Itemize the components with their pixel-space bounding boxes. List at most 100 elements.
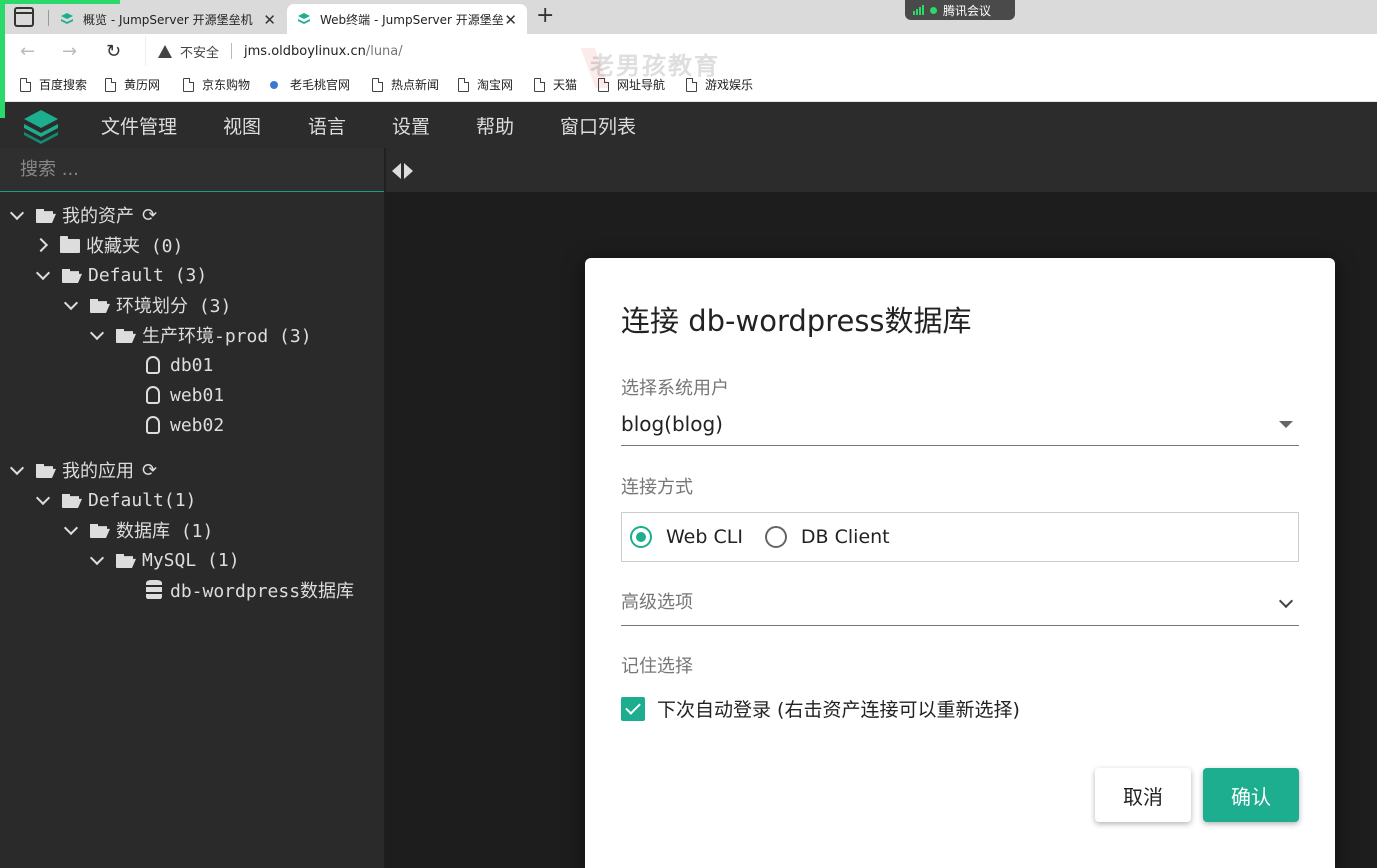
- page-icon: [372, 77, 383, 92]
- radio-label: Web CLI: [666, 526, 743, 548]
- back-button[interactable]: ←: [20, 41, 35, 62]
- menu-help[interactable]: 帮助: [476, 112, 514, 139]
- folder-open-icon: [36, 464, 56, 478]
- folder-open-icon: [62, 494, 82, 508]
- confirm-button[interactable]: 确认: [1203, 768, 1299, 822]
- radio-label: DB Client: [800, 526, 890, 548]
- search-box: [0, 148, 384, 192]
- reload-button[interactable]: ↻: [106, 41, 121, 62]
- menu-window-list[interactable]: 窗口列表: [560, 112, 636, 139]
- tree-node-host[interactable]: web01: [146, 381, 224, 409]
- radio-unchecked-icon: [764, 526, 787, 548]
- chevron-right-icon[interactable]: [33, 237, 49, 253]
- tree-node-my-assets[interactable]: 我的资产 ⟳: [9, 201, 157, 229]
- linux-icon: [146, 386, 160, 404]
- caret-right-icon: [404, 163, 413, 179]
- browser-tab-webterminal[interactable]: Web终端 - JumpServer 开源堡垒 ✕: [287, 4, 527, 34]
- tree-label: web01: [170, 384, 225, 406]
- security-warning[interactable]: 不安全: [180, 42, 219, 61]
- bookmark-item[interactable]: 热点新闻: [372, 76, 439, 93]
- address-bar[interactable]: 不安全 jms.oldboylinux.cn /luna/: [145, 36, 1370, 66]
- chevron-down-icon[interactable]: [89, 325, 105, 340]
- linux-icon: [146, 416, 160, 434]
- connect-method-label: 连接方式: [621, 477, 693, 498]
- system-user-label: 选择系统用户: [621, 378, 729, 399]
- tree-label: 收藏夹 (0): [86, 236, 184, 257]
- forward-button[interactable]: →: [62, 41, 77, 62]
- dialog-title: 连接 db-wordpress数据库: [621, 304, 972, 338]
- tree-node-prod[interactable]: 生产环境-prod (3): [89, 321, 312, 349]
- linux-icon: [146, 356, 160, 374]
- tab-strip: [386, 148, 1377, 192]
- radio-web-cli[interactable]: Web CLI: [630, 526, 743, 548]
- bookmark-item[interactable]: 淘宝网: [458, 76, 513, 93]
- advanced-options-expander[interactable]: 高级选项: [621, 586, 1299, 626]
- tree-label: 我的资产: [62, 206, 134, 227]
- menu-settings[interactable]: 设置: [392, 112, 430, 139]
- close-tab-icon[interactable]: ✕: [263, 11, 276, 29]
- caret-left-icon: [392, 163, 401, 179]
- tree-node-databases[interactable]: 数据库 (1): [63, 516, 213, 544]
- tab-title: 概览 - JumpServer 开源堡垒机: [83, 12, 253, 27]
- chevron-down-icon[interactable]: [9, 205, 25, 220]
- tree-node-mysql[interactable]: MySQL (1): [89, 546, 240, 574]
- tree-node-favorites[interactable]: 收藏夹 (0): [33, 231, 184, 259]
- tab-separator: [48, 10, 49, 26]
- bookmark-label: 热点新闻: [391, 78, 440, 92]
- connect-method-group: Web CLI DB Client: [621, 512, 1299, 562]
- auto-login-checkbox[interactable]: [621, 696, 645, 721]
- meeting-label: 腾讯会议: [943, 3, 992, 18]
- chevron-down-icon[interactable]: [63, 520, 79, 535]
- tree-node-host[interactable]: web02: [146, 411, 224, 439]
- asset-sidebar: 我的资产 ⟳ 收藏夹 (0) Default (3) 环境划分 (3) 生产环境…: [0, 148, 386, 868]
- chevron-down-icon[interactable]: [63, 295, 79, 310]
- tree-node-db-app[interactable]: db-wordpress数据库: [146, 576, 354, 604]
- advanced-label: 高级选项: [621, 592, 693, 613]
- url-host: jms.oldboylinux.cn: [244, 43, 366, 59]
- bookmark-label: 老毛桃官网: [290, 78, 351, 92]
- caret-down-icon: [1279, 421, 1293, 428]
- bookmark-item[interactable]: 天猫: [534, 76, 577, 93]
- chevron-down-icon[interactable]: [35, 490, 51, 505]
- jumpserver-logo-icon[interactable]: [22, 108, 60, 144]
- bookmark-item[interactable]: 百度搜索: [20, 76, 87, 93]
- tree-node-my-apps[interactable]: 我的应用 ⟳: [9, 456, 157, 484]
- refresh-icon[interactable]: ⟳: [142, 460, 157, 481]
- bookmark-item[interactable]: 老毛桃官网: [270, 76, 350, 93]
- tree-node-app-default[interactable]: Default(1): [35, 486, 197, 514]
- folder-open-icon: [90, 299, 110, 313]
- chevron-down-icon[interactable]: [89, 550, 105, 565]
- browser-tab-overview[interactable]: 概览 - JumpServer 开源堡垒机 ✕: [50, 4, 286, 34]
- sidebar-toggle[interactable]: [392, 163, 413, 179]
- tab-title: Web终端 - JumpServer 开源堡垒: [320, 12, 504, 27]
- bookmark-item[interactable]: 京东购物: [183, 76, 250, 93]
- chevron-down-icon[interactable]: [9, 460, 25, 475]
- tree-node-host[interactable]: db01: [146, 351, 213, 379]
- tab-actions-icon[interactable]: [14, 7, 34, 27]
- tree-label: Default(1): [88, 489, 197, 511]
- page-icon: [458, 77, 469, 92]
- auto-login-row[interactable]: 下次自动登录 (右击资产连接可以重新选择): [621, 695, 1020, 722]
- cancel-button[interactable]: 取消: [1095, 768, 1191, 822]
- menu-view[interactable]: 视图: [223, 112, 261, 139]
- recording-dot-icon: [930, 6, 937, 14]
- tree-node-env[interactable]: 环境划分 (3): [63, 291, 231, 319]
- search-input[interactable]: [0, 148, 384, 191]
- chevron-down-icon[interactable]: [35, 265, 51, 280]
- meeting-indicator[interactable]: 腾讯会议: [905, 0, 1015, 20]
- menu-file[interactable]: 文件管理: [101, 112, 177, 139]
- close-tab-icon[interactable]: ✕: [504, 11, 517, 29]
- chevron-down-icon: [1278, 593, 1294, 609]
- divider: [231, 43, 233, 59]
- connect-dialog: 连接 db-wordpress数据库 选择系统用户 blog(blog) 连接方…: [585, 258, 1335, 868]
- radio-db-client[interactable]: DB Client: [764, 526, 890, 548]
- bookmark-label: 黄历网: [124, 78, 161, 92]
- refresh-icon[interactable]: ⟳: [142, 205, 157, 226]
- tree-label: 生产环境-prod (3): [142, 326, 312, 347]
- tree-node-default[interactable]: Default (3): [35, 261, 207, 289]
- bookmark-label: 天猫: [553, 78, 578, 92]
- new-tab-button[interactable]: +: [536, 3, 554, 28]
- menu-language[interactable]: 语言: [308, 112, 346, 139]
- bookmark-item[interactable]: 黄历网: [105, 76, 160, 93]
- system-user-select[interactable]: blog(blog): [621, 406, 1299, 446]
